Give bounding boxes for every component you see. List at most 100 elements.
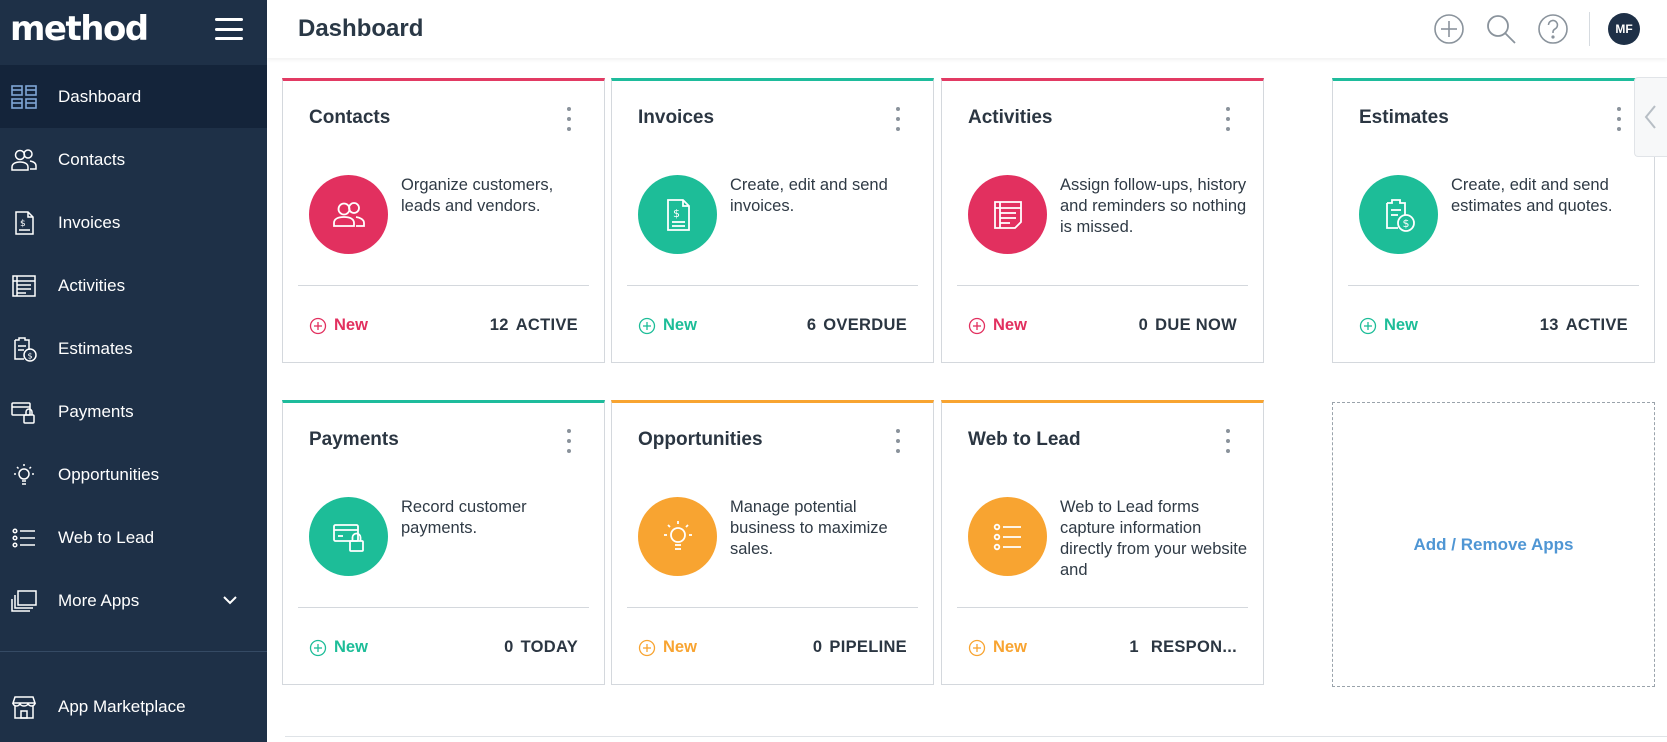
kebab-menu-icon[interactable]: [564, 429, 574, 453]
contacts-icon: [10, 146, 38, 174]
kebab-menu-icon[interactable]: [1223, 429, 1233, 453]
new-contact-button[interactable]: New: [309, 316, 368, 335]
kebab-menu-icon[interactable]: [1614, 107, 1624, 131]
lightbulb-icon: [10, 461, 38, 489]
card-status-count[interactable]: 0 DUE NOW: [1139, 316, 1237, 335]
sidebar: method Dashboard Contacts $ Invoices Act…: [0, 0, 267, 742]
sidebar-item-label: Contacts: [58, 149, 126, 169]
new-label: New: [334, 638, 368, 656]
sidebar-item-activities[interactable]: Activities: [0, 254, 267, 317]
dashboard-grid-icon: [10, 83, 38, 111]
count-value: 13: [1539, 316, 1559, 334]
sidebar-item-contacts[interactable]: Contacts: [0, 128, 267, 191]
card-divider: [627, 607, 918, 608]
sidebar-item-app-marketplace[interactable]: App Marketplace: [0, 675, 267, 738]
sidebar-nav: Dashboard Contacts $ Invoices Activities: [0, 65, 267, 632]
card-divider: [298, 285, 589, 286]
payments-icon: [309, 497, 388, 576]
app-card-payments: Payments Record customer payments. New 0…: [282, 400, 605, 685]
hamburger-menu-icon[interactable]: [215, 18, 243, 40]
card-status-count[interactable]: 13 ACTIVE: [1540, 316, 1628, 335]
count-value: 0: [504, 638, 514, 656]
new-activity-button[interactable]: New: [968, 316, 1027, 335]
card-divider: [627, 285, 918, 286]
sidebar-item-label: Activities: [58, 275, 126, 295]
new-invoice-button[interactable]: New: [638, 316, 697, 335]
card-divider: [957, 607, 1248, 608]
app-root: method Dashboard Contacts $ Invoices Act…: [0, 0, 1667, 742]
kebab-menu-icon[interactable]: [564, 107, 574, 131]
card-title: Contacts: [309, 107, 391, 128]
sidebar-item-more-apps[interactable]: More Apps: [0, 569, 267, 632]
new-estimate-button[interactable]: New: [1359, 316, 1418, 335]
add-circle-icon: [638, 317, 656, 334]
estimates-icon: $: [1359, 175, 1438, 254]
card-description: Create, edit and send invoices.: [730, 176, 888, 215]
sidebar-item-label: More Apps: [58, 590, 140, 610]
count-label: ACTIVE: [515, 316, 578, 334]
count-label: OVERDUE: [823, 316, 907, 334]
sidebar-item-web-to-lead[interactable]: Web to Lead: [0, 506, 267, 569]
new-label: New: [993, 316, 1027, 334]
stack-icon: [10, 587, 38, 615]
new-opportunity-button[interactable]: New: [638, 638, 697, 657]
app-card-contacts: Contacts Organize customers, leads and v…: [282, 78, 605, 363]
kebab-menu-icon[interactable]: [893, 429, 903, 453]
new-web-to-lead-button[interactable]: New: [968, 638, 1027, 657]
kebab-menu-icon[interactable]: [1223, 107, 1233, 131]
svg-text:$: $: [20, 219, 26, 229]
activities-icon: [968, 175, 1047, 254]
add-remove-apps-button[interactable]: Add / Remove Apps: [1332, 402, 1655, 687]
card-status-count[interactable]: 12 ACTIVE: [490, 316, 578, 335]
card-title: Opportunities: [638, 429, 763, 450]
card-description: Organize customers, leads and vendors.: [401, 176, 554, 215]
kebab-menu-icon[interactable]: [893, 107, 903, 131]
sidebar-divider: [0, 651, 267, 652]
sidebar-item-invoices[interactable]: $ Invoices: [0, 191, 267, 254]
card-divider: [957, 285, 1248, 286]
count-value: 6: [806, 316, 817, 334]
topbar: Dashboard MF: [267, 0, 1667, 58]
topbar-separator: [1589, 12, 1590, 46]
card-status-count[interactable]: 6 OVERDUE: [807, 316, 907, 335]
app-card-invoices: Invoices $ Create, edit and send invoice…: [611, 78, 934, 363]
add-circle-icon[interactable]: [1431, 11, 1467, 47]
collapse-panel-tab[interactable]: [1634, 77, 1667, 157]
card-status-count[interactable]: 0 TODAY: [504, 638, 578, 657]
chevron-down-icon[interactable]: [221, 591, 239, 609]
card-description: Create, edit and send estimates and quot…: [1451, 176, 1613, 215]
help-icon[interactable]: [1535, 11, 1571, 47]
sidebar-item-label: Web to Lead: [58, 527, 155, 547]
add-circle-icon: [1359, 317, 1377, 334]
card-title: Invoices: [638, 107, 715, 128]
sidebar-item-dashboard[interactable]: Dashboard: [0, 65, 267, 128]
estimates-icon: $: [10, 335, 38, 363]
card-description: Manage potential business to maximize sa…: [730, 498, 888, 558]
new-label: New: [663, 316, 697, 334]
avatar[interactable]: MF: [1608, 13, 1640, 45]
card-divider: [298, 607, 589, 608]
sidebar-item-opportunities[interactable]: Opportunities: [0, 443, 267, 506]
add-circle-icon: [638, 639, 656, 656]
content-bottom-divider: [285, 736, 1667, 737]
count-label: RESPON...: [1150, 638, 1237, 656]
contacts-icon: [309, 175, 388, 254]
count-label: DUE NOW: [1155, 316, 1237, 334]
add-circle-icon: [309, 317, 327, 334]
new-label: New: [663, 638, 697, 656]
card-title: Estimates: [1359, 107, 1449, 128]
count-label: TODAY: [520, 638, 578, 656]
new-label: New: [993, 638, 1027, 656]
new-payment-button[interactable]: New: [309, 638, 368, 657]
sidebar-item-estimates[interactable]: $ Estimates: [0, 317, 267, 380]
method-logo[interactable]: method: [10, 12, 149, 46]
app-card-opportunities: Opportunities Manage potential business …: [611, 400, 934, 685]
card-status-count[interactable]: 1 RESPON...: [1129, 638, 1237, 657]
sidebar-item-payments[interactable]: Payments: [0, 380, 267, 443]
sidebar-item-label: Estimates: [58, 338, 133, 358]
search-icon[interactable]: [1483, 11, 1519, 47]
count-value: 12: [489, 316, 509, 334]
card-status-count[interactable]: 0 PIPELINE: [813, 638, 907, 657]
card-title: Web to Lead: [968, 429, 1081, 450]
count-label: ACTIVE: [1565, 316, 1628, 334]
